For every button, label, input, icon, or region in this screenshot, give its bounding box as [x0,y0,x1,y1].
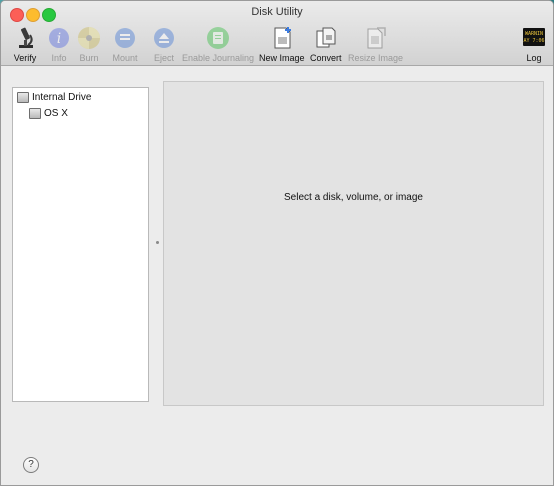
disk-utility-window: Disk Utility Verify i Info Burn Mount Ej… [0,0,554,486]
split-view-handle[interactable] [156,241,159,244]
mount-icon [112,25,138,51]
sidebar-item-os-x[interactable]: OS X [29,108,68,119]
microscope-icon [12,25,38,51]
resize-image-icon [363,25,389,51]
window-title: Disk Utility [251,6,303,18]
sidebar-item-internal-drive[interactable]: Internal Drive [17,92,91,103]
hard-disk-icon [17,92,29,103]
enable-journaling-button[interactable]: Enable Journaling [182,25,254,63]
sidebar-item-label: Internal Drive [32,92,92,103]
log-screen-line-1: WARNIN [525,31,543,37]
title-bar: Disk Utility Verify i Info Burn Mount Ej… [1,1,553,66]
resize-image-label: Resize Image [348,53,404,63]
sidebar-item-label: OS X [44,108,68,119]
disk-list[interactable]: Internal Drive OS X [12,87,149,402]
enable-journaling-label: Enable Journaling [182,53,255,63]
resize-image-button[interactable]: Resize Image [348,25,403,63]
new-image-label: New Image [259,53,305,63]
new-image-icon [269,25,295,51]
svg-text:i: i [57,31,61,47]
volume-icon [29,108,41,119]
eject-label: Eject [153,53,174,63]
verify-button[interactable]: Verify [12,25,38,63]
eject-button[interactable]: Eject [151,25,177,63]
journaling-icon [205,25,231,51]
mount-label: Mount [112,53,138,63]
info-label: Info [51,53,67,63]
convert-button[interactable]: Convert [310,25,342,63]
info-icon: i [46,25,72,51]
convert-label: Convert [310,53,342,63]
burn-button[interactable]: Burn [76,25,102,63]
detail-panel: Select a disk, volume, or image [163,81,544,406]
verify-label: Verify [13,53,37,63]
placeholder-text: Select a disk, volume, or image [284,192,423,203]
mount-button[interactable]: Mount [112,25,138,63]
log-label: Log [526,53,542,63]
log-button[interactable]: WARNIN AY 7:06 Log [522,25,546,63]
burn-disc-icon [76,25,102,51]
log-console-icon: WARNIN AY 7:06 [522,25,546,51]
help-button[interactable]: ? [23,457,39,473]
new-image-button[interactable]: New Image [259,25,305,63]
convert-icon [313,25,339,51]
info-button[interactable]: i Info [46,25,72,63]
log-screen-line-2: AY 7:06 [523,38,544,44]
eject-icon [151,25,177,51]
burn-label: Burn [79,53,99,63]
